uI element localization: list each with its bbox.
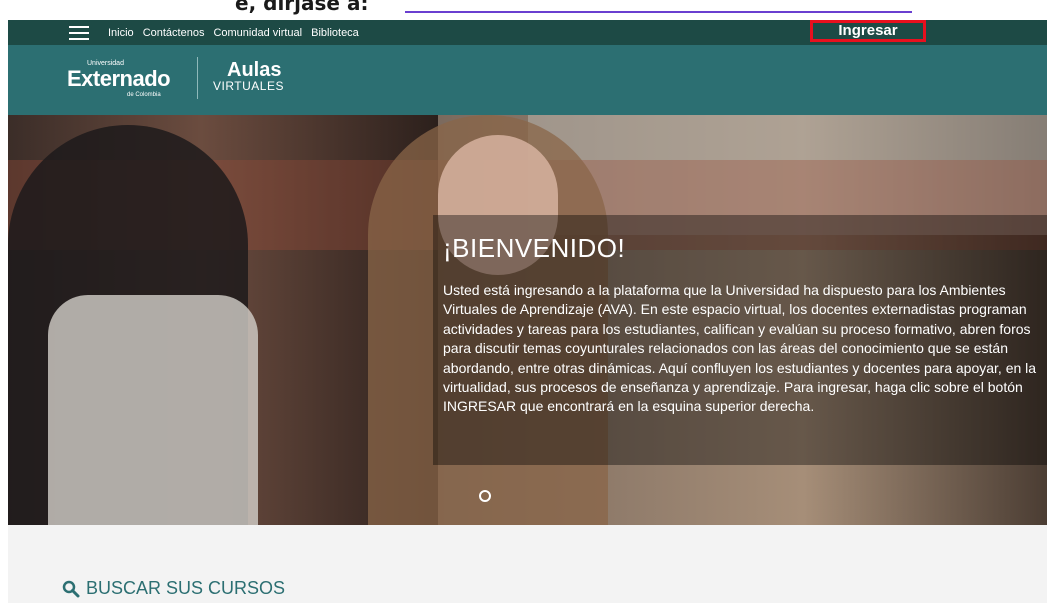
cropped-link[interactable]	[405, 0, 912, 13]
cropped-instruction-text: e, dirjase a:	[235, 0, 369, 15]
logo-university-name: Externado	[67, 66, 171, 91]
course-search-section: BUSCAR SUS CURSOS	[8, 525, 1047, 603]
search-courses-heading: BUSCAR SUS CURSOS	[62, 578, 285, 599]
web-page: Inicio Contáctenos Comunidad virtual Bib…	[8, 20, 1047, 603]
search-courses-label: BUSCAR SUS CURSOS	[86, 578, 286, 598]
carousel-indicator-dot[interactable]	[479, 490, 491, 502]
nav-biblioteca[interactable]: Biblioteca	[311, 27, 359, 39]
search-icon	[62, 580, 80, 597]
top-navigation-bar: Inicio Contáctenos Comunidad virtual Bib…	[8, 20, 1047, 45]
nav-contactenos[interactable]: Contáctenos	[143, 27, 205, 39]
brand-header: Universidad Externado de Colombia Aulas …	[8, 45, 1047, 115]
welcome-title: ¡BIENVENIDO!	[443, 233, 626, 263]
page-top-crop: e, dirjase a:	[0, 0, 1047, 20]
welcome-description: Usted está ingresando a la plataforma qu…	[443, 282, 1037, 415]
primary-nav-links: Inicio Contáctenos Comunidad virtual Bib…	[108, 20, 368, 45]
welcome-hero-banner: ¡BIENVENIDO! Usted está ingresando a la …	[8, 115, 1047, 525]
hamburger-menu-icon[interactable]	[69, 26, 89, 40]
nav-comunidad-virtual[interactable]: Comunidad virtual	[213, 27, 302, 39]
logo-university-sub: de Colombia	[127, 92, 161, 98]
nav-inicio[interactable]: Inicio	[108, 27, 134, 39]
virtuales-label: VIRTUALES	[213, 79, 284, 93]
login-button[interactable]: Ingresar	[810, 20, 926, 42]
student-shirt-photo-a	[48, 295, 258, 525]
logo-divider	[197, 57, 198, 99]
